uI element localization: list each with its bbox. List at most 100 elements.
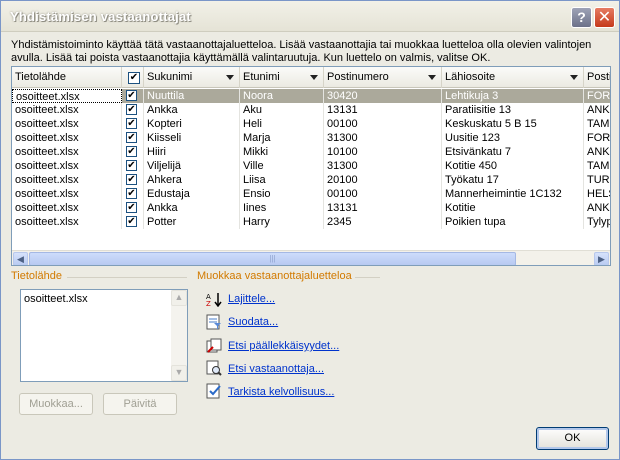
cell-include[interactable]: ✔ [122, 201, 144, 215]
cell-address: Lehtikuja 3 [442, 89, 584, 103]
col-header-source[interactable]: Tietolähde [12, 67, 122, 88]
chevron-down-icon[interactable] [226, 75, 234, 80]
col-header-city[interactable]: Posti [584, 67, 610, 88]
cell-city: Tylyp [584, 215, 610, 229]
cell-include[interactable]: ✔ [122, 103, 144, 117]
scroll-left-icon[interactable]: ◀ [13, 252, 28, 265]
cell-include[interactable]: ✔ [122, 145, 144, 159]
mail-merge-recipients-dialog: Yhdistämisen vastaanottajat ? ✕ Yhdistäm… [0, 0, 620, 460]
cell-include[interactable]: ✔ [122, 173, 144, 187]
cell-address: Kotitie [442, 201, 584, 215]
table-row[interactable]: osoitteet.xlsx ✔ Viljelijä Ville 31300 Kotiti… [12, 159, 610, 173]
refresh-button[interactable]: Päivitä [103, 393, 177, 415]
cell-postcode: 00100 [324, 187, 442, 201]
cell-include[interactable]: ✔ [122, 187, 144, 201]
table-row[interactable]: osoitteet.xlsx ✔ Ankka Iines 13131 Kotitie ANK… [12, 201, 610, 215]
vertical-scrollbar[interactable]: ▲ ▼ [171, 290, 187, 381]
cell-address: Kotitie 450 [442, 159, 584, 173]
cell-source: osoitteet.xlsx [12, 89, 122, 103]
table-row[interactable]: osoitteet.xlsx ✔ Kopteri Heli 00100 Keskuskat… [12, 117, 610, 131]
scroll-right-icon[interactable]: ▶ [594, 252, 609, 265]
sort-icon: A Z [206, 293, 222, 307]
cell-address: Työkatu 17 [442, 173, 584, 187]
find-recipient-icon [206, 360, 222, 376]
include-checkbox[interactable]: ✔ [126, 202, 137, 213]
cell-city: HELS [584, 187, 610, 201]
cell-firstname: Iines [240, 201, 324, 215]
cell-source: osoitteet.xlsx [12, 103, 122, 117]
cell-lastname: Ankka [144, 103, 240, 117]
cell-address: Mannerheimintie 1C132 [442, 187, 584, 201]
cell-city: TURK [584, 173, 610, 187]
chevron-down-icon[interactable] [428, 75, 436, 80]
include-checkbox[interactable]: ✔ [126, 132, 137, 143]
cell-source: osoitteet.xlsx [12, 131, 122, 145]
cell-lastname: Ahkera [144, 173, 240, 187]
cell-include[interactable]: ✔ [122, 117, 144, 131]
svg-text:Z: Z [206, 300, 211, 307]
table-row[interactable]: osoitteet.xlsx ✔ Ankka Aku 13131 Paratiisitie… [12, 103, 610, 117]
cell-firstname: Ensio [240, 187, 324, 201]
help-icon[interactable]: ? [571, 7, 592, 28]
cell-source: osoitteet.xlsx [12, 117, 122, 131]
include-checkbox[interactable]: ✔ [126, 174, 137, 185]
include-checkbox[interactable]: ✔ [126, 118, 137, 129]
edit-source-button[interactable]: Muokkaa... [19, 393, 93, 415]
cell-city: ANKK [584, 145, 610, 159]
include-checkbox[interactable]: ✔ [126, 90, 137, 101]
close-icon[interactable]: ✕ [594, 7, 615, 28]
include-checkbox[interactable]: ✔ [126, 104, 137, 115]
horizontal-scrollbar[interactable]: ◀ ||| ▶ [12, 250, 610, 265]
scroll-down-icon[interactable]: ▼ [171, 365, 187, 381]
chevron-down-icon[interactable] [310, 75, 318, 80]
table-row[interactable]: osoitteet.xlsx ✔ Potter Harry 2345 Poikien tu… [12, 215, 610, 229]
find-recipient-link[interactable]: Etsi vastaanottaja... [228, 363, 324, 375]
include-checkbox[interactable]: ✔ [126, 216, 137, 227]
cell-address: Paratiisitie 13 [442, 103, 584, 117]
cell-firstname: Ville [240, 159, 324, 173]
source-list[interactable]: osoitteet.xlsx ▲ ▼ [20, 289, 188, 382]
title-bar: Yhdistämisen vastaanottajat ? ✕ [1, 1, 619, 32]
include-checkbox[interactable]: ✔ [126, 146, 137, 157]
cell-include[interactable]: ✔ [122, 131, 144, 145]
cell-include[interactable]: ✔ [122, 89, 144, 103]
cell-lastname: Edustaja [144, 187, 240, 201]
cell-address: Etsivänkatu 7 [442, 145, 584, 159]
select-all-checkbox[interactable]: ✔ [128, 72, 140, 84]
cell-lastname: Kiisseli [144, 131, 240, 145]
include-checkbox[interactable]: ✔ [126, 160, 137, 171]
scroll-thumb[interactable]: ||| [29, 252, 516, 265]
find-duplicates-link[interactable]: Etsi päällekkäisyydet... [228, 340, 339, 352]
cell-firstname: Noora [240, 89, 324, 103]
cell-lastname: Nuuttila [144, 89, 240, 103]
table-row[interactable]: osoitteet.xlsx ✔ Ahkera Liisa 20100 Työkatu 1… [12, 173, 610, 187]
include-checkbox[interactable]: ✔ [126, 188, 137, 199]
sort-link[interactable]: Lajittele... [228, 293, 275, 305]
scroll-up-icon[interactable]: ▲ [171, 290, 187, 306]
group-divider [355, 277, 380, 278]
ok-button[interactable]: OK [536, 427, 609, 450]
cell-lastname: Ankka [144, 201, 240, 215]
cell-source: osoitteet.xlsx [12, 173, 122, 187]
col-header-address[interactable]: Lähiosoite [442, 67, 584, 88]
validate-link[interactable]: Tarkista kelvollisuus... [228, 386, 334, 398]
table-row[interactable]: osoitteet.xlsx ✔ Hiiri Mikki 10100 Etsivänkat… [12, 145, 610, 159]
col-header-lastname[interactable]: Sukunimi [144, 67, 240, 88]
col-header-checkbox[interactable]: ✔ [122, 67, 144, 88]
cell-include[interactable]: ✔ [122, 159, 144, 173]
cell-city: FORS [584, 131, 610, 145]
cell-address: Uusitie 123 [442, 131, 584, 145]
list-item[interactable]: osoitteet.xlsx [24, 293, 88, 305]
filter-link[interactable]: Suodata... [228, 316, 278, 328]
chevron-down-icon[interactable] [570, 75, 578, 80]
table-row[interactable]: osoitteet.xlsx ✔ Edustaja Ensio 00100 Mannerh… [12, 187, 610, 201]
table-row[interactable]: osoitteet.xlsx ✔ Nuuttila Noora 30420 Lehtiku… [12, 89, 610, 103]
cell-include[interactable]: ✔ [122, 215, 144, 229]
cell-source: osoitteet.xlsx [12, 159, 122, 173]
cell-firstname: Mikki [240, 145, 324, 159]
table-row[interactable]: osoitteet.xlsx ✔ Kiisseli Marja 31300 Uusitie… [12, 131, 610, 145]
cell-lastname: Kopteri [144, 117, 240, 131]
col-header-postcode[interactable]: Postinumero [324, 67, 442, 88]
cell-city: ANKK [584, 201, 610, 215]
col-header-firstname[interactable]: Etunimi [240, 67, 324, 88]
